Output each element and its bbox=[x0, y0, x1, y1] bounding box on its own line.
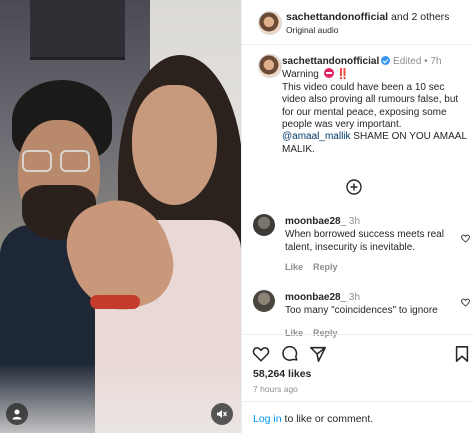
meta-separator: • bbox=[424, 56, 428, 67]
comment-username[interactable]: moonbae28_ bbox=[285, 216, 346, 227]
comment-reply-link[interactable]: Reply bbox=[313, 262, 338, 272]
warning-word: Warning bbox=[282, 69, 319, 81]
video-player[interactable] bbox=[0, 0, 241, 433]
caption-avatar[interactable] bbox=[258, 54, 282, 78]
caption-text: sachettandonofficial Edited • 7h Warning… bbox=[282, 56, 470, 156]
comment-actions: Like Reply bbox=[285, 262, 348, 272]
double-exclamation-emoji: ‼️ bbox=[336, 69, 350, 81]
audio-label[interactable]: Original audio bbox=[286, 25, 338, 35]
post-header: sachettandonofficial and 2 others Origin… bbox=[242, 0, 474, 45]
caption-body: This video could have been a 10 sec vide… bbox=[282, 81, 459, 131]
plus-circle-icon[interactable] bbox=[346, 179, 362, 195]
comment-time: 3h bbox=[348, 292, 361, 303]
paper-plane-icon[interactable] bbox=[309, 345, 327, 363]
post-sidebar: sachettandonofficial and 2 others Origin… bbox=[241, 0, 474, 433]
edited-label: Edited bbox=[393, 56, 422, 67]
comment-bubble-icon[interactable] bbox=[281, 345, 299, 363]
commenter-avatar[interactable] bbox=[253, 290, 275, 312]
mention-link[interactable]: @amaal_mallik bbox=[282, 131, 351, 142]
login-link[interactable]: Log in bbox=[253, 413, 282, 425]
author-username[interactable]: sachettandonofficial bbox=[286, 11, 388, 23]
heart-icon[interactable] bbox=[252, 345, 270, 363]
post-author-line: sachettandonofficial and 2 others bbox=[286, 11, 449, 23]
posted-time[interactable]: 7 hours ago bbox=[253, 384, 298, 394]
caption-time: 7h bbox=[430, 56, 442, 67]
video-bottom-fade bbox=[0, 363, 241, 433]
comment-like-link[interactable]: Like bbox=[285, 262, 303, 272]
author-avatar[interactable] bbox=[258, 11, 282, 35]
likes-count[interactable]: 58,264 likes bbox=[253, 368, 311, 380]
verified-badge-icon bbox=[381, 56, 391, 65]
no-entry-emoji-icon bbox=[323, 68, 334, 79]
tagged-users-button[interactable] bbox=[6, 403, 28, 425]
wall-frame bbox=[30, 0, 125, 60]
user-icon bbox=[12, 409, 22, 420]
login-prompt: Log in to like or comment. bbox=[253, 413, 373, 425]
woman-face bbox=[132, 85, 217, 205]
comment-text: Too many "coincidences" to ignore bbox=[285, 305, 438, 316]
bookmark-icon[interactable] bbox=[453, 345, 471, 363]
commenter-avatar[interactable] bbox=[253, 214, 275, 236]
red-bangle bbox=[90, 295, 140, 309]
caption-username[interactable]: sachettandonofficial bbox=[282, 56, 379, 67]
comment-text: When borrowed success meets real talent,… bbox=[285, 229, 444, 253]
login-prompt-text: to like or comment. bbox=[281, 413, 374, 425]
post-action-bar bbox=[242, 334, 474, 370]
glasses-right-lens bbox=[60, 150, 90, 172]
heart-icon[interactable] bbox=[461, 234, 470, 243]
comment-header: moonbae28_ 3h bbox=[285, 216, 360, 227]
glasses-left-lens bbox=[22, 150, 52, 172]
collaborators-text[interactable]: and 2 others bbox=[391, 11, 449, 23]
comment-header: moonbae28_ 3h bbox=[285, 292, 360, 303]
comment-time: 3h bbox=[348, 216, 361, 227]
mute-toggle-button[interactable] bbox=[211, 403, 233, 425]
comment-username[interactable]: moonbae28_ bbox=[285, 292, 346, 303]
speaker-muted-icon bbox=[217, 410, 227, 418]
heart-icon[interactable] bbox=[461, 298, 470, 307]
login-bar: Log in to like or comment. bbox=[242, 401, 474, 433]
